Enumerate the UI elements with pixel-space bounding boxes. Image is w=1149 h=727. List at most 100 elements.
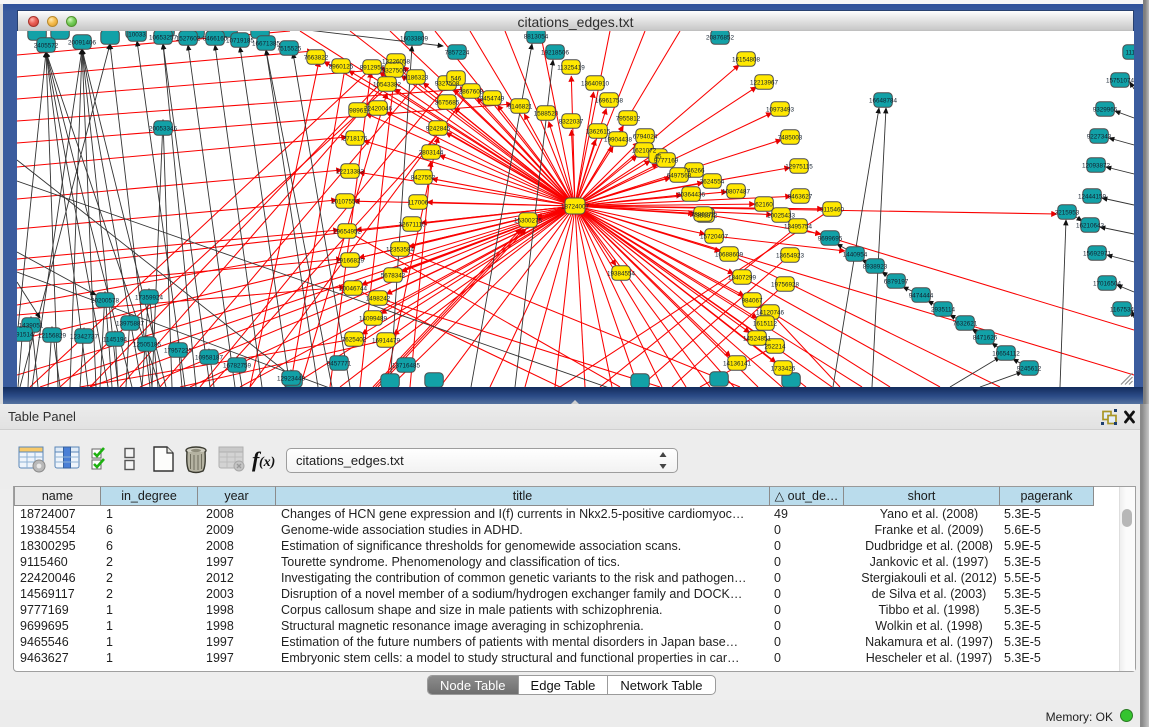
svg-text:1588520: 1588520 bbox=[534, 110, 559, 117]
svg-text:17359924: 17359924 bbox=[135, 294, 164, 301]
svg-text:15300275: 15300275 bbox=[514, 217, 543, 224]
svg-text:16154808: 16154808 bbox=[732, 56, 761, 63]
svg-text:12505185: 12505185 bbox=[133, 341, 162, 348]
svg-text:8813054: 8813054 bbox=[524, 33, 549, 40]
svg-text:8322037: 8322037 bbox=[559, 118, 584, 125]
svg-text:16961758: 16961758 bbox=[595, 97, 624, 104]
svg-text:1621072: 1621072 bbox=[632, 147, 657, 154]
svg-text:9457771: 9457771 bbox=[327, 360, 352, 367]
svg-text:6497568: 6497568 bbox=[667, 172, 692, 179]
svg-text:252214: 252214 bbox=[764, 343, 786, 350]
svg-text:16648784: 16648784 bbox=[869, 97, 898, 104]
svg-text:19218506: 19218506 bbox=[541, 49, 570, 56]
svg-text:1527602: 1527602 bbox=[176, 35, 201, 42]
svg-text:10719185: 10719185 bbox=[226, 37, 255, 44]
svg-text:2935114: 2935114 bbox=[931, 306, 956, 313]
svg-text:20200578: 20200578 bbox=[91, 297, 120, 304]
svg-text:6466160: 6466160 bbox=[203, 35, 228, 42]
svg-text:12342737: 12342737 bbox=[70, 333, 99, 340]
svg-text:10653257: 10653257 bbox=[149, 34, 178, 41]
svg-text:7625402: 7625402 bbox=[342, 336, 367, 343]
svg-text:3675685: 3675685 bbox=[435, 99, 460, 106]
svg-text:7663822: 7663822 bbox=[304, 54, 329, 61]
svg-text:3215953: 3215953 bbox=[1055, 209, 1080, 216]
svg-text:10543382: 10543382 bbox=[373, 81, 402, 88]
svg-text:12975115: 12975115 bbox=[785, 163, 813, 170]
svg-text:6879197: 6879197 bbox=[884, 278, 909, 285]
svg-text:15720407: 15720407 bbox=[700, 233, 729, 240]
svg-text:10958187: 10958187 bbox=[195, 354, 224, 361]
svg-text:10973493: 10973493 bbox=[766, 106, 795, 113]
svg-text:22420046: 22420046 bbox=[364, 105, 393, 112]
svg-text:9463627: 9463627 bbox=[788, 193, 813, 200]
svg-text:7386372: 7386372 bbox=[691, 211, 716, 218]
svg-text:10688609: 10688609 bbox=[715, 251, 744, 258]
svg-text:17016504: 17016504 bbox=[1093, 280, 1122, 287]
svg-text:546: 546 bbox=[451, 75, 462, 82]
svg-text:9146821: 9146821 bbox=[508, 103, 533, 110]
svg-text:12444159: 12444159 bbox=[1078, 193, 1107, 200]
svg-text:12213383: 12213383 bbox=[336, 168, 365, 175]
svg-text:3624554: 3624554 bbox=[700, 178, 725, 185]
svg-text:12923448: 12923448 bbox=[277, 375, 306, 382]
svg-text:12213967: 12213967 bbox=[750, 79, 779, 86]
svg-text:9699695: 9699695 bbox=[818, 235, 843, 242]
svg-text:391514: 391514 bbox=[17, 331, 34, 338]
svg-text:6794024: 6794024 bbox=[633, 133, 658, 140]
svg-text:20364436: 20364436 bbox=[677, 191, 706, 198]
svg-text:8471626: 8471626 bbox=[973, 334, 998, 341]
svg-text:17957225: 17957225 bbox=[164, 347, 193, 354]
svg-text:1167534: 1167534 bbox=[1110, 306, 1134, 313]
svg-text:7515525: 7515525 bbox=[277, 45, 302, 52]
svg-text:19904438: 19904438 bbox=[604, 136, 633, 143]
svg-text:13640910: 13640910 bbox=[581, 80, 610, 87]
svg-text:16914479: 16914479 bbox=[372, 337, 401, 344]
svg-text:1145194: 1145194 bbox=[103, 336, 128, 343]
svg-text:16210643: 16210643 bbox=[1076, 222, 1105, 229]
svg-text:19384554: 19384554 bbox=[607, 270, 636, 277]
svg-text:16782759: 16782759 bbox=[223, 362, 252, 369]
svg-text:20876852: 20876852 bbox=[706, 34, 735, 41]
svg-text:14524851: 14524851 bbox=[743, 335, 772, 342]
svg-text:117006: 117006 bbox=[408, 199, 429, 206]
svg-text:7955812: 7955812 bbox=[616, 115, 641, 122]
svg-text:15692971: 15692971 bbox=[1083, 250, 1112, 257]
svg-text:9327509: 9327509 bbox=[382, 67, 407, 74]
svg-text:8454749: 8454749 bbox=[480, 95, 505, 102]
svg-text:984067: 984067 bbox=[741, 297, 763, 304]
svg-text:8186323: 8186323 bbox=[404, 74, 429, 81]
svg-text:32671110: 32671110 bbox=[398, 221, 426, 228]
svg-text:10025433: 10025433 bbox=[767, 212, 796, 219]
svg-text:9242845: 9242845 bbox=[426, 125, 451, 132]
svg-text:8960125: 8960125 bbox=[329, 63, 354, 70]
svg-text:12156829: 12156829 bbox=[38, 332, 67, 339]
svg-text:16033809: 16033809 bbox=[400, 35, 429, 42]
svg-text:9474444: 9474444 bbox=[909, 292, 934, 299]
svg-text:19756928: 19756928 bbox=[771, 281, 800, 288]
svg-text:18724007: 18724007 bbox=[561, 203, 590, 210]
svg-text:62160: 62160 bbox=[755, 201, 773, 208]
svg-text:19654952: 19654952 bbox=[333, 228, 362, 235]
svg-text:7857224: 7857224 bbox=[445, 49, 470, 56]
svg-text:15751074: 15751074 bbox=[1106, 77, 1134, 84]
svg-text:2718176: 2718176 bbox=[343, 135, 368, 142]
svg-text:12353584: 12353584 bbox=[386, 246, 415, 253]
svg-text:1439051: 1439051 bbox=[19, 322, 44, 329]
svg-text:14120746: 14120746 bbox=[756, 309, 785, 316]
svg-text:(x): (x) bbox=[259, 455, 275, 470]
svg-text:9329966: 9329966 bbox=[1093, 106, 1118, 113]
svg-text:14136141: 14136141 bbox=[723, 360, 752, 367]
svg-text:10807487: 10807487 bbox=[722, 188, 751, 195]
svg-text:2803144: 2803144 bbox=[419, 149, 444, 156]
svg-text:1615112: 1615112 bbox=[753, 320, 778, 327]
svg-text:9245612: 9245612 bbox=[1017, 365, 1042, 372]
svg-text:1362615: 1362615 bbox=[586, 128, 611, 135]
svg-text:11325419: 11325419 bbox=[557, 64, 585, 71]
svg-text:19166829: 19166829 bbox=[336, 257, 365, 264]
svg-text:20053346: 20053346 bbox=[149, 125, 178, 132]
svg-text:14099489: 14099489 bbox=[359, 315, 388, 322]
svg-text:20091406: 20091406 bbox=[68, 39, 97, 46]
svg-text:10046744: 10046744 bbox=[339, 285, 368, 292]
svg-text:13716485: 13716485 bbox=[392, 362, 421, 369]
svg-text:1440954: 1440954 bbox=[843, 251, 868, 258]
